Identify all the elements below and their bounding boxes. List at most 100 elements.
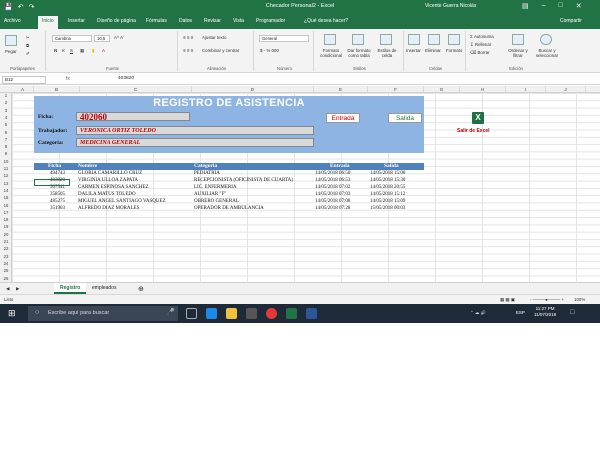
format-cells-button[interactable]: Formato	[446, 48, 462, 53]
col-header[interactable]: E	[314, 86, 368, 93]
row-header[interactable]: 17	[0, 210, 12, 215]
tab-vista[interactable]: Vista	[233, 18, 244, 24]
zoom-level[interactable]: 100%	[574, 297, 585, 302]
formula-input[interactable]: 403820	[118, 76, 134, 81]
cell-categoria[interactable]: AUXILIAR "F"	[194, 192, 226, 198]
cell-ficha[interactable]: 351903	[50, 206, 65, 212]
align-top-icon[interactable]: ≡ ≡ ≡	[183, 35, 193, 40]
font-color-icon[interactable]: A	[102, 48, 105, 53]
delete-cells-button[interactable]: Eliminar	[425, 48, 441, 53]
tab-archivo[interactable]: Archivo	[4, 18, 21, 24]
store-icon[interactable]	[246, 308, 257, 319]
cell-styles-button[interactable]: Estilos de celda	[374, 48, 400, 58]
font-name-select[interactable]: Cambria	[52, 35, 92, 42]
row-header[interactable]: 22	[0, 246, 12, 251]
cell-salida[interactable]: 14/05/2018 15:30	[370, 178, 405, 184]
row-header[interactable]: 2	[0, 100, 12, 105]
system-tray-icons[interactable]: ⌃ ☁ 🔊	[470, 310, 486, 316]
row-header[interactable]: 14	[0, 188, 12, 193]
cell-salida[interactable]: 14/05/2018 15:09	[370, 199, 405, 205]
currency-icon[interactable]: $ - % 000	[260, 48, 279, 53]
col-header[interactable]: J	[546, 86, 586, 93]
cell-categoria[interactable]: LIC. ENFERMERIA	[194, 185, 237, 191]
salida-button[interactable]: Salida	[388, 113, 422, 123]
font-grow-icon[interactable]: A^ Aˇ	[114, 35, 124, 40]
excel-icon[interactable]: X	[472, 112, 484, 124]
conditional-format-icon[interactable]	[324, 34, 336, 45]
cell-nombre[interactable]: DALILA MATUS TOLEDO	[78, 192, 136, 198]
cell-categoria[interactable]: OPERADOR DE AMBULANCIA	[194, 206, 264, 212]
cell-nombre[interactable]: MIGUEL ANGEL SANTIAGO VASQUEZ	[78, 199, 166, 205]
row-header[interactable]: 13	[0, 181, 12, 186]
row-header[interactable]: 3	[0, 108, 12, 113]
row-header[interactable]: 6	[0, 130, 12, 135]
tab-scroll-left-icon[interactable]: ◀	[6, 286, 9, 292]
copy-icon[interactable]: ⧉	[26, 43, 29, 48]
add-sheet-icon[interactable]: ⊕	[138, 285, 144, 293]
row-header[interactable]: 25	[0, 268, 12, 273]
cell-salida[interactable]: 14/05/2018 15:12	[370, 192, 405, 198]
tab-scroll-right-icon[interactable]: ▶	[16, 286, 19, 292]
cell-entrada[interactable]: 14/05/2018 07:02	[315, 185, 350, 191]
tab-programador[interactable]: Programador	[256, 18, 285, 24]
cell-nombre[interactable]: GLORIA CAMARILLO CRUZ	[78, 171, 142, 177]
row-header[interactable]: 18	[0, 217, 12, 222]
cell-ficha[interactable]: 485275	[50, 199, 65, 205]
sheet-tab-empleados[interactable]: empleados	[86, 283, 122, 294]
insert-cells-icon[interactable]	[408, 34, 420, 45]
paste-button[interactable]: Pegar	[5, 49, 17, 54]
sort-filter-icon[interactable]	[512, 34, 524, 45]
fx-icon[interactable]: fx	[66, 76, 70, 82]
col-header[interactable]: C	[80, 86, 192, 93]
taskbar-search[interactable]: Escribe aquí para buscar	[28, 306, 178, 321]
categoria-field[interactable]: MEDICINA GENERAL	[76, 138, 314, 147]
underline-button[interactable]: S	[70, 48, 73, 53]
name-box[interactable]: B12	[2, 76, 46, 84]
paste-icon[interactable]	[5, 35, 17, 46]
italic-button[interactable]: K	[62, 48, 65, 53]
share-button[interactable]: Compartir	[560, 18, 582, 24]
windows-start-icon[interactable]: ⊞	[8, 308, 16, 319]
word-taskbar-icon[interactable]	[306, 308, 317, 319]
row-header[interactable]: 11	[0, 166, 12, 171]
language-indicator[interactable]: ESP	[516, 310, 525, 315]
cell-entrada[interactable]: 14/05/2018 07:08	[315, 199, 350, 205]
merge-center-button[interactable]: Combinar y centrar	[202, 48, 239, 53]
sheet-tab-registro[interactable]: Registro	[54, 283, 87, 294]
taskbar-clock[interactable]: 11:27 PM 11/07/2018	[534, 306, 556, 318]
tab-insertar[interactable]: Insertar	[68, 18, 85, 24]
excel-taskbar-icon[interactable]	[286, 308, 297, 319]
salir-excel-button[interactable]: Salir de Excel	[457, 128, 490, 134]
delete-cells-icon[interactable]	[428, 34, 440, 45]
notifications-icon[interactable]: □	[570, 309, 574, 316]
col-header[interactable]: D	[192, 86, 314, 93]
row-header[interactable]: 21	[0, 239, 12, 244]
number-format-select[interactable]: General	[259, 35, 309, 42]
view-buttons-icon[interactable]: ▦ ▩ ▣	[500, 297, 515, 303]
table-format-icon[interactable]	[352, 34, 364, 45]
trabajador-field[interactable]: VERONICA ORTIZ TOLEDO	[76, 126, 314, 135]
cell-nombre[interactable]: VIRGINIA ULLOA ZAPATA	[78, 178, 138, 184]
row-header[interactable]: 16	[0, 203, 12, 208]
wrap-text-button[interactable]: Ajustar texto	[202, 35, 226, 40]
row-header[interactable]: 7	[0, 137, 12, 142]
row-header[interactable]: 19	[0, 224, 12, 229]
align-left-icon[interactable]: ≡ ≡ ≡	[183, 48, 193, 53]
cell-ficha[interactable]: 358505	[50, 192, 65, 198]
col-header[interactable]: H	[460, 86, 506, 93]
row-header[interactable]: 4	[0, 115, 12, 120]
file-explorer-icon[interactable]	[226, 308, 237, 319]
cell-salida[interactable]: 14/05/2018 15:00	[370, 171, 405, 177]
col-header[interactable]: G	[424, 86, 460, 93]
tab-inicio[interactable]: Inicio	[38, 16, 58, 29]
format-painter-icon[interactable]: ✐	[26, 51, 30, 57]
tab-revisar[interactable]: Revisar	[204, 18, 221, 24]
cell-categoria[interactable]: RECEPCIONISTA (OFICINISTA DE CUARTA)	[194, 178, 293, 184]
fill-color-icon[interactable]: ▮	[92, 48, 94, 54]
conditional-format-button[interactable]: Formato condicional	[318, 48, 344, 58]
insert-cells-button[interactable]: Insertar	[406, 48, 421, 53]
cell-nombre[interactable]: ALFREDO DIAZ MORALES	[78, 206, 139, 212]
font-size-select[interactable]: 10,5	[94, 35, 110, 42]
fill-button[interactable]: ↧ Rellenar	[470, 42, 491, 48]
clear-button[interactable]: ⌫ Borrar	[470, 50, 490, 56]
